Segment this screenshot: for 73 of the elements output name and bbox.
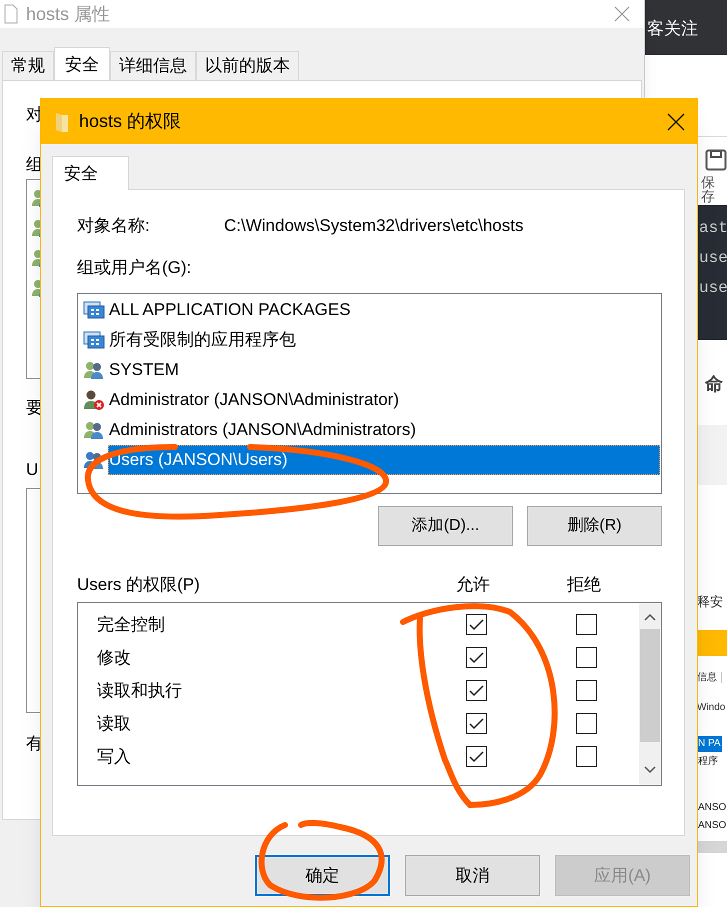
properties-tab[interactable]: 以前的版本: [196, 51, 299, 80]
users-icon: [83, 360, 105, 380]
checkbox[interactable]: [576, 680, 597, 701]
scroll-down-icon: [644, 766, 656, 774]
principal-item[interactable]: SYSTEM: [108, 355, 660, 385]
properties-tab[interactable]: 安全: [54, 47, 110, 81]
properties-tab[interactable]: 详细信息: [110, 51, 196, 80]
save-icon: [705, 149, 727, 171]
embedded-list-item: N PA: [697, 736, 722, 752]
permissions-label: Users 的权限(P): [77, 574, 200, 596]
code-line: use: [699, 278, 727, 299]
app-packages-icon: [83, 331, 105, 349]
window-title: hosts 属性: [26, 2, 110, 26]
checkbox[interactable]: [576, 647, 597, 668]
allow-column-header: 允许: [456, 574, 490, 596]
dialog-title: hosts 的权限: [79, 110, 182, 133]
checkbox[interactable]: [466, 746, 487, 767]
properties-tab[interactable]: 常规: [2, 51, 54, 80]
principal-item[interactable]: 所有受限制的应用程序包: [108, 325, 660, 355]
checkbox[interactable]: [466, 647, 487, 668]
field-label: 要: [26, 399, 43, 416]
close-button[interactable]: [665, 111, 687, 133]
header-link[interactable]: 客关注: [647, 19, 698, 38]
folder-icon: [55, 110, 69, 132]
scrollbar-thumb[interactable]: [640, 629, 660, 742]
principal-item[interactable]: Administrator (JANSON\Administrator): [108, 385, 660, 415]
principal-item[interactable]: Administrators (JANSON\Administrators): [108, 415, 660, 445]
permission-name: 写入: [96, 746, 131, 768]
checkmark-icon: [469, 718, 484, 730]
checkbox[interactable]: [466, 713, 487, 734]
dialog-button[interactable]: 取消: [405, 855, 540, 896]
file-icon: [4, 4, 18, 24]
deny-column-header: 拒绝: [567, 574, 601, 596]
article-text: 释安: [697, 594, 723, 609]
permission-name: 完全控制: [96, 614, 165, 636]
checkmark-icon: [469, 652, 484, 664]
field-label: 对: [26, 106, 43, 123]
embedded-list-item: ANSO: [697, 819, 727, 833]
checkmark-icon: [469, 684, 484, 696]
add-button[interactable]: 添加(D)...: [378, 506, 513, 546]
checkbox[interactable]: [576, 713, 597, 734]
code-line: use: [699, 248, 727, 269]
checkbox[interactable]: [576, 614, 597, 635]
security-tab[interactable]: 安全: [52, 156, 129, 190]
object-name-label: 对象名称:: [77, 215, 151, 238]
close-icon: [614, 6, 630, 22]
permission-name: 读取: [96, 712, 131, 735]
object-path: C:\Windows\System32\drivers\etc\hosts: [224, 215, 524, 238]
section-heading: 命: [705, 374, 723, 394]
close-icon: [667, 113, 685, 131]
group-list-label: 组或用户名(G):: [77, 257, 192, 279]
checkmark-icon: [469, 618, 484, 630]
app-packages-icon: [83, 301, 105, 319]
principal-item[interactable]: ALL APPLICATION PACKAGES: [108, 295, 660, 325]
users-icon: [83, 450, 105, 470]
permission-name: 修改: [96, 646, 131, 669]
embedded-path: Windo: [697, 702, 726, 713]
permission-name: 读取和执行: [96, 680, 182, 702]
remove-button[interactable]: 删除(R): [527, 506, 662, 546]
save-label[interactable]: 保存: [701, 175, 727, 203]
user-error-icon: [83, 389, 105, 411]
checkbox[interactable]: [466, 680, 487, 701]
code-line: ast: [699, 218, 727, 239]
scrollbar[interactable]: [639, 603, 661, 785]
users-icon: [83, 420, 105, 440]
embedded-list-item: 程序: [697, 754, 719, 769]
field-label: 有: [26, 735, 43, 752]
checkbox[interactable]: [466, 614, 487, 635]
scroll-up-icon: [644, 613, 656, 621]
embedded-list-item: ANSO: [697, 801, 727, 815]
field-label: U: [26, 461, 38, 478]
checkmark-icon: [469, 750, 484, 762]
checkbox[interactable]: [576, 746, 597, 767]
